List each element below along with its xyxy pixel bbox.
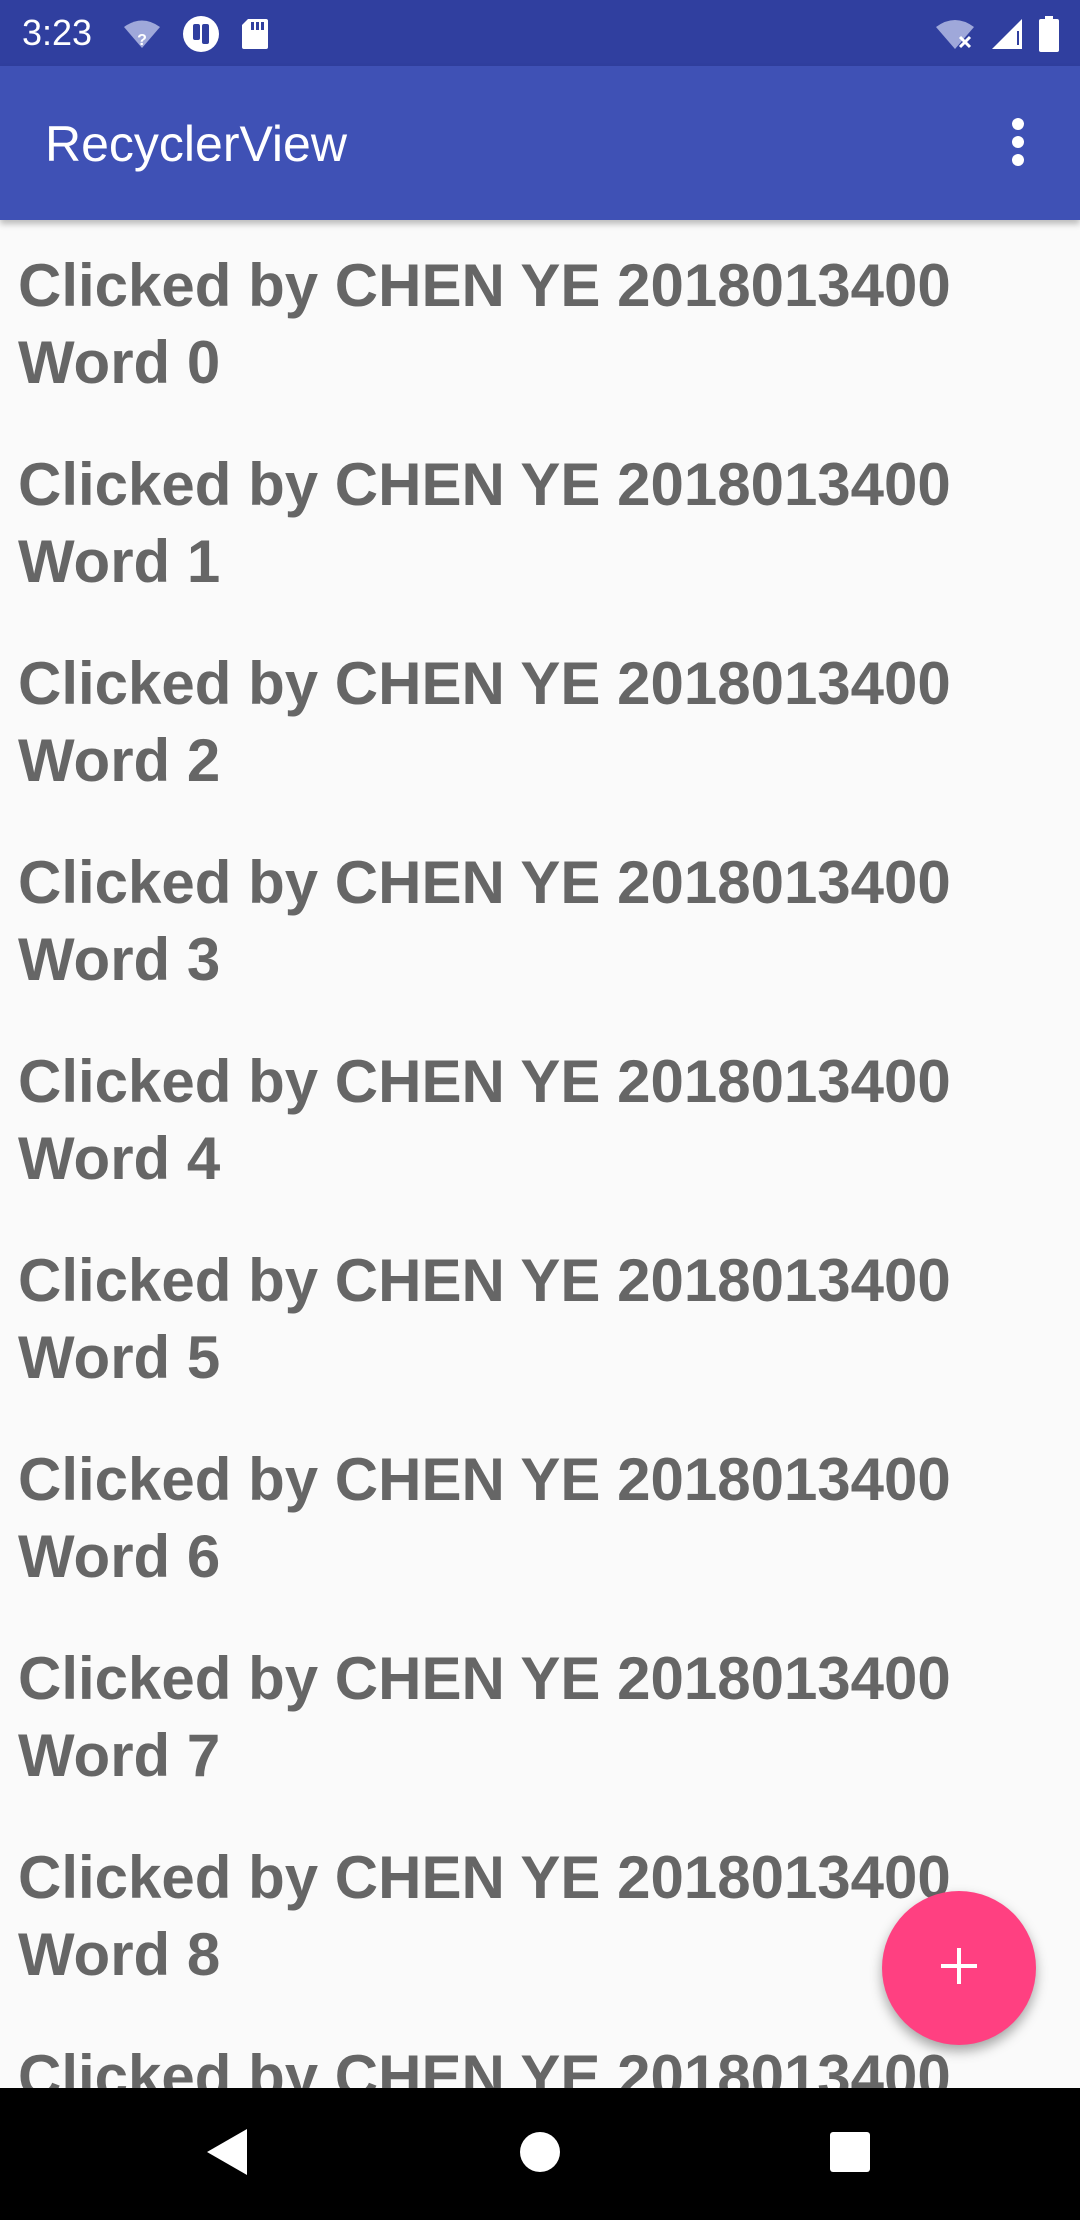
home-icon xyxy=(519,2131,561,2178)
list-item[interactable]: Clicked by CHEN YE 2018013400 Word 3 xyxy=(0,817,1080,1016)
wifi-unknown-icon: ? xyxy=(122,18,162,50)
svg-text:?: ? xyxy=(137,32,147,49)
list-item-text: Clicked by CHEN YE 2018013400 Word 1 xyxy=(18,451,951,595)
list-item-text: Clicked by CHEN YE 2018013400 Word 4 xyxy=(18,1048,951,1192)
wifi-off-icon xyxy=(934,17,976,51)
sd-card-icon xyxy=(240,17,270,51)
recents-button[interactable] xyxy=(806,2110,894,2198)
list-item-text: Clicked by CHEN YE 2018013400 Word 2 xyxy=(18,650,951,794)
list-item-text: Clicked by CHEN YE 2018013400 Word 7 xyxy=(18,1645,951,1789)
list-item-text: Clicked by CHEN YE 2018013400 xyxy=(18,2043,951,2088)
more-vert-icon xyxy=(1010,117,1026,171)
overflow-menu-button[interactable] xyxy=(978,99,1058,189)
app-bar: RecyclerView xyxy=(0,66,1080,220)
list-item-text: Clicked by CHEN YE 2018013400 Word 6 xyxy=(18,1446,951,1590)
status-right-icons xyxy=(934,12,1060,56)
list-item[interactable]: Clicked by CHEN YE 2018013400 Word 1 xyxy=(0,419,1080,618)
status-bar: 3:23 ? xyxy=(0,0,1080,66)
list-item[interactable]: Clicked by CHEN YE 2018013400 Word 5 xyxy=(0,1215,1080,1414)
app-title: RecyclerView xyxy=(45,116,347,172)
recycler-list[interactable]: Clicked by CHEN YE 2018013400 Word 0 Cli… xyxy=(0,220,1080,2088)
add-fab-button[interactable] xyxy=(882,1891,1036,2045)
list-item[interactable]: Clicked by CHEN YE 2018013400 Word 6 xyxy=(0,1414,1080,1613)
navigation-bar xyxy=(0,2088,1080,2220)
recents-icon xyxy=(829,2131,871,2178)
list-item[interactable]: Clicked by CHEN YE 2018013400 Word 2 xyxy=(0,618,1080,817)
list-item-text: Clicked by CHEN YE 2018013400 Word 3 xyxy=(18,849,951,993)
status-time: 3:23 xyxy=(22,12,93,53)
list-item-text: Clicked by CHEN YE 2018013400 Word 0 xyxy=(18,252,951,396)
plus-icon xyxy=(937,1944,981,1993)
home-button[interactable] xyxy=(496,2110,584,2198)
status-left-icons: ? xyxy=(122,12,270,56)
back-button[interactable] xyxy=(182,2110,270,2198)
battery-icon xyxy=(1038,16,1060,52)
app-notification-icon xyxy=(182,15,220,53)
back-icon xyxy=(203,2127,249,2182)
list-item[interactable]: Clicked by CHEN YE 2018013400 Word 0 xyxy=(0,220,1080,419)
list-item-text: Clicked by CHEN YE 2018013400 Word 5 xyxy=(18,1247,951,1391)
list-item[interactable]: Clicked by CHEN YE 2018013400 Word 7 xyxy=(0,1613,1080,1812)
cell-signal-icon xyxy=(990,17,1024,51)
list-item[interactable]: Clicked by CHEN YE 2018013400 Word 4 xyxy=(0,1016,1080,1215)
